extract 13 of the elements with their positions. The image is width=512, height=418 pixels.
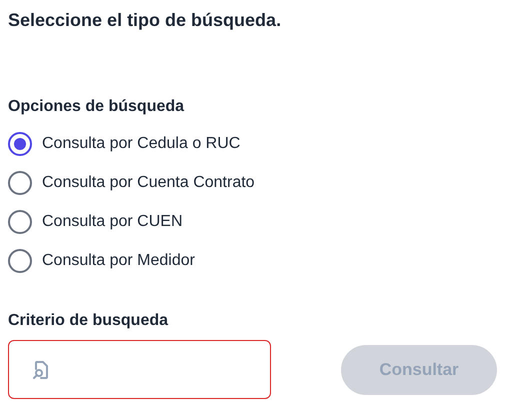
radio-button[interactable]: [8, 210, 32, 234]
radio-button[interactable]: [8, 170, 32, 194]
option-label: Consulta por Cedula o RUC: [42, 134, 240, 154]
criteria-label: Criterio de busqueda: [8, 311, 168, 331]
option-label: Consulta por Cuenta Contrato: [42, 172, 255, 192]
radio-button[interactable]: [8, 132, 32, 156]
option-label: Consulta por CUEN: [42, 212, 182, 232]
page-title: Seleccione el tipo de búsqueda.: [8, 9, 282, 32]
option-label: Consulta por Medidor: [42, 250, 195, 270]
options-heading: Opciones de búsqueda: [8, 97, 184, 117]
file-search-icon: [32, 360, 50, 380]
search-field[interactable]: [8, 340, 271, 399]
radio-button[interactable]: [8, 248, 32, 272]
